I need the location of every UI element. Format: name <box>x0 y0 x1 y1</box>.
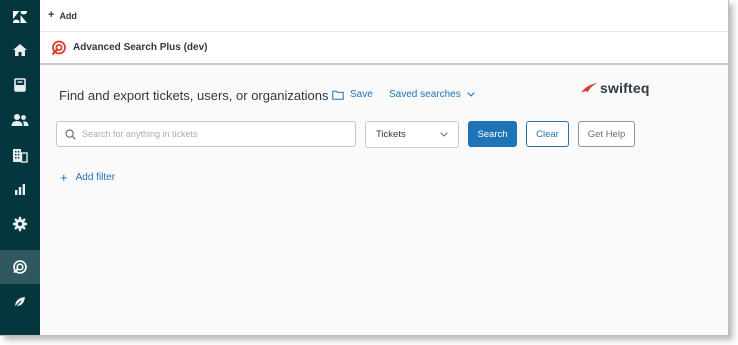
add-button-label: Add <box>59 10 77 21</box>
left-nav <box>0 0 40 335</box>
chevron-down-icon <box>466 92 475 97</box>
add-filter-button[interactable]: + Add filter <box>60 171 115 184</box>
record-type-select[interactable]: Tickets <box>365 121 459 148</box>
plus-icon: + <box>60 170 68 185</box>
zendesk-logo-icon[interactable] <box>0 0 40 34</box>
top-bar: + Add <box>40 0 728 32</box>
swifteq-logo-text: swifteq <box>600 80 650 96</box>
home-icon[interactable] <box>0 33 40 67</box>
add-filter-label: Add filter <box>75 172 116 183</box>
swifteq-logo: swifteq <box>580 80 650 96</box>
customers-icon[interactable] <box>0 103 40 137</box>
swifteq-bird-icon <box>581 83 597 93</box>
get-help-button[interactable]: Get Help <box>578 121 635 147</box>
leaf-app-icon[interactable] <box>0 285 40 319</box>
advanced-search-logo-icon <box>51 40 67 56</box>
app-title: Advanced Search Plus (dev) <box>73 42 208 53</box>
add-button[interactable]: + Add <box>48 10 77 21</box>
search-icon <box>65 128 76 140</box>
search-button[interactable]: Search <box>468 121 517 147</box>
views-icon[interactable] <box>0 68 40 102</box>
clear-button[interactable]: Clear <box>526 121 569 147</box>
page-title: Find and export tickets, users, or organ… <box>59 88 329 103</box>
save-button[interactable]: Save <box>332 89 373 100</box>
folder-icon <box>332 90 344 100</box>
admin-gear-icon[interactable] <box>0 207 40 241</box>
plus-icon: + <box>48 9 55 21</box>
saved-searches-label: Saved searches <box>389 89 461 100</box>
chevron-down-icon <box>440 132 448 137</box>
organizations-icon[interactable] <box>0 138 40 172</box>
saved-searches-dropdown[interactable]: Saved searches <box>389 89 475 100</box>
main-content: Find and export tickets, users, or organ… <box>40 67 728 335</box>
record-type-selected: Tickets <box>376 129 406 140</box>
search-input-wrapper[interactable] <box>56 121 356 147</box>
search-input[interactable] <box>82 129 342 139</box>
reporting-icon[interactable] <box>0 172 40 206</box>
app-window: + Add Advanced Search Plus (dev) Find an… <box>0 0 729 336</box>
save-button-label: Save <box>350 89 373 100</box>
advanced-search-app-icon[interactable] <box>0 250 40 284</box>
app-header: Advanced Search Plus (dev) <box>40 32 728 65</box>
